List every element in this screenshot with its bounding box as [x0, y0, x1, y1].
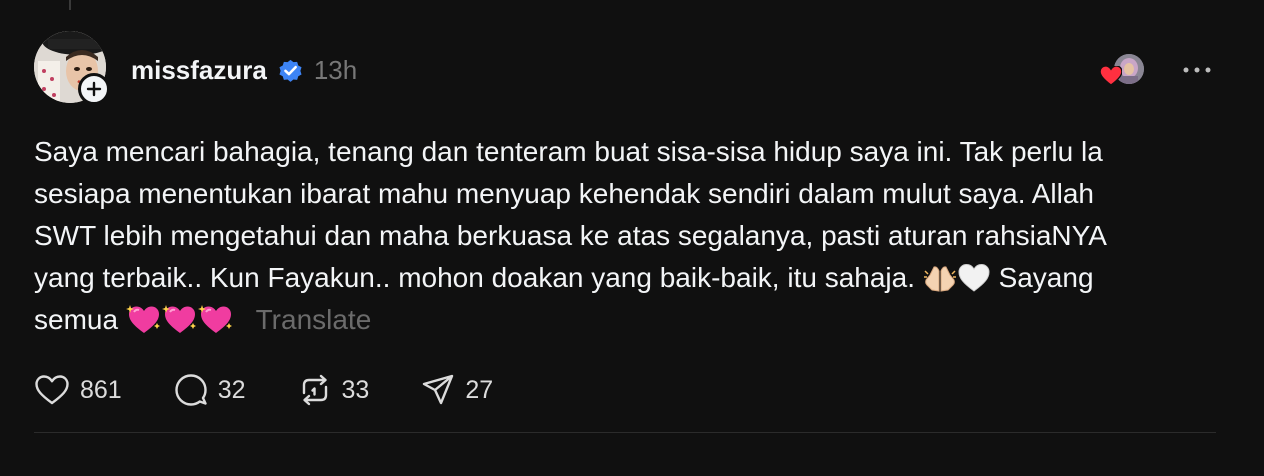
heart-badge-icon — [1100, 66, 1122, 86]
thread-connector-line — [69, 0, 71, 10]
follow-button[interactable] — [78, 73, 110, 105]
post-caption: Saya mencari bahagia, tenang dan tentera… — [34, 131, 1214, 341]
share-button[interactable]: 27 — [421, 373, 493, 407]
repost-button[interactable]: 33 — [298, 373, 370, 407]
like-button[interactable]: 861 — [34, 374, 122, 406]
caption-line: SWT lebih mengetahui dan maha berkuasa k… — [34, 220, 1107, 251]
praying-hands-emoji-icon — [923, 266, 956, 292]
author-avatar-container[interactable] — [34, 31, 110, 105]
plus-icon — [86, 81, 102, 97]
repost-count: 33 — [341, 375, 370, 404]
caption-line: Saya mencari bahagia, tenang dan tentera… — [34, 136, 1103, 167]
comment-button[interactable]: 32 — [174, 373, 246, 407]
caption-text: Sayang — [998, 262, 1094, 293]
sparkling-heart-emoji-icon — [125, 305, 160, 333]
translate-link[interactable]: Translate — [256, 304, 372, 335]
verified-badge-icon — [277, 57, 304, 84]
post-timestamp[interactable]: 13h — [314, 55, 357, 86]
caption-text: semua — [34, 304, 119, 335]
post-divider — [34, 432, 1216, 433]
liker-avatars[interactable] — [1100, 54, 1148, 86]
ellipsis-icon — [1183, 67, 1211, 73]
sparkling-heart-emoji-icon — [197, 305, 232, 333]
caption-text: yang terbaik.. Kun Fayakun.. mohon doaka… — [34, 262, 915, 293]
caption-line-with-emoji: yang terbaik.. Kun Fayakun.. mohon doaka… — [34, 257, 1214, 299]
caption-line: sesiapa menentukan ibarat mahu menyuap k… — [34, 178, 1094, 209]
comment-count: 32 — [217, 375, 246, 404]
post-header: missfazura 13h — [131, 52, 357, 88]
repost-icon — [302, 374, 327, 406]
post-actions-bar: 861 32 33 27 — [34, 370, 545, 410]
send-icon — [423, 374, 454, 405]
heart-icon — [35, 375, 69, 405]
share-count: 27 — [465, 375, 494, 404]
more-options-button[interactable] — [1180, 58, 1214, 82]
sparkling-heart-emoji-icon — [161, 305, 196, 333]
username-link[interactable]: missfazura — [131, 55, 267, 86]
comment-bubble-icon — [175, 374, 207, 406]
caption-line-with-emoji: semua Translate — [34, 299, 1214, 341]
thread-post: missfazura 13h Saya mencari bahagia, ten… — [0, 0, 1264, 476]
white-heart-emoji-icon — [958, 263, 990, 292]
like-count: 861 — [80, 375, 122, 404]
